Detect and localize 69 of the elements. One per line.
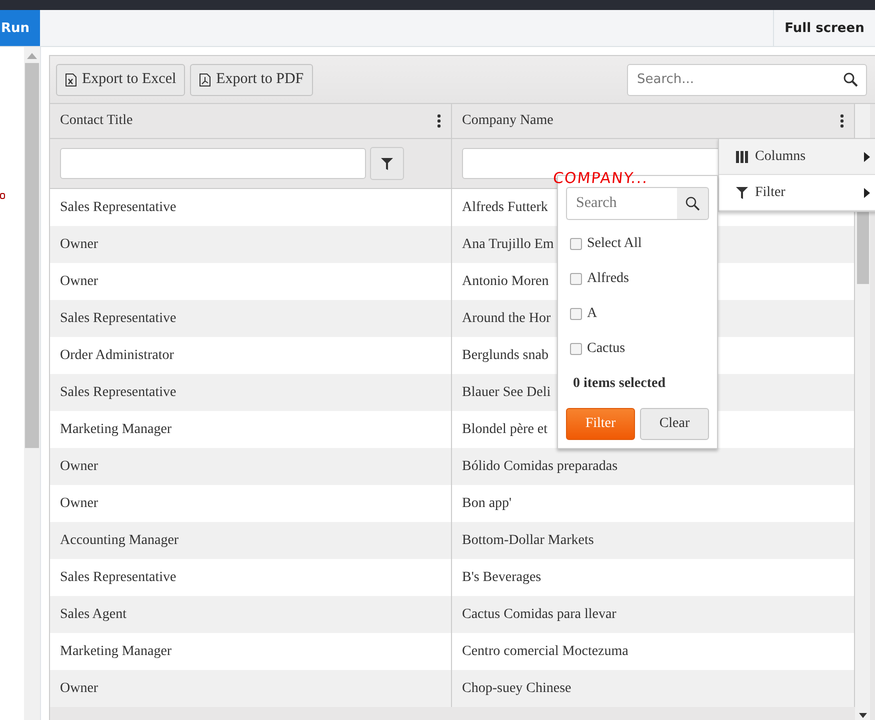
- table-cell: Chop-suey Chinese: [462, 680, 572, 696]
- table-cell: Accounting Manager: [60, 532, 179, 548]
- selection-count: 0 items selected: [572, 375, 667, 393]
- table-cell: Alfreds Futterk: [462, 200, 548, 216]
- checkbox-label[interactable]: Cactus: [587, 340, 626, 356]
- filter-icon: [380, 156, 394, 170]
- table-cell: Blondel père et: [462, 422, 548, 438]
- export-button[interactable]: Export to PDF: [190, 64, 313, 96]
- filter-icon: [735, 186, 749, 200]
- kebab-menu-icon[interactable]: [840, 114, 844, 128]
- table-cell: Sales Representative: [60, 310, 176, 326]
- excel-file-icon: [65, 72, 77, 86]
- table-cell: Berglunds snab: [462, 348, 548, 364]
- export-button[interactable]: Export to Excel: [56, 64, 186, 96]
- marker-icon: [0, 193, 5, 199]
- table-row[interactable]: Sales Representative B's Beverages: [50, 559, 855, 596]
- checkbox[interactable]: [570, 238, 582, 250]
- table-cell: Around the Hor: [462, 310, 551, 326]
- table-cell: Ana Trujillo Em: [462, 236, 554, 252]
- table-row[interactable]: Sales Agent Cactus Comidas para llevar: [50, 596, 855, 633]
- table-row[interactable]: Marketing Manager Centro comercial Moctezuma: [50, 633, 855, 670]
- scroll-thumb[interactable]: [25, 63, 39, 448]
- table-cell: Marketing Manager: [60, 422, 172, 438]
- table-row[interactable]: Owner Bon app': [50, 485, 855, 522]
- scroll-down-icon[interactable]: [858, 713, 866, 718]
- submenu-arrow-icon: [864, 152, 870, 162]
- table-cell: Blauer See Deli: [462, 384, 551, 400]
- table-row[interactable]: Accounting Manager Bottom-Dollar Markets: [50, 522, 855, 559]
- columns-icon: [735, 150, 749, 164]
- checkbox[interactable]: [570, 308, 582, 320]
- search-icon: [843, 72, 858, 86]
- search-field[interactable]: Search...: [627, 64, 867, 96]
- table-cell: Order Administrator: [60, 348, 174, 364]
- submenu-arrow-icon: [864, 188, 870, 198]
- table-row[interactable]: Owner Bólido Comidas preparadas: [50, 448, 855, 485]
- checkbox-label[interactable]: Select All: [587, 236, 642, 252]
- table-cell: Sales Representative: [60, 570, 176, 586]
- table-cell: Centro comercial Moctezuma: [462, 644, 628, 660]
- table-cell: Owner: [60, 458, 98, 474]
- handwritten-annotation: COMPANY...: [552, 170, 649, 186]
- scroll-thumb[interactable]: [856, 212, 868, 284]
- table-cell: Antonio Moren: [462, 274, 549, 290]
- filter-button[interactable]: [370, 147, 404, 180]
- menu-item[interactable]: Columns: [719, 139, 875, 175]
- table-cell: Owner: [60, 236, 98, 252]
- table-cell: Owner: [60, 496, 98, 512]
- table-row[interactable]: Owner Chop-suey Chinese: [50, 670, 855, 707]
- table-cell: Marketing Manager: [60, 644, 172, 660]
- menu-item[interactable]: Filter: [719, 175, 875, 211]
- table-cell: Bólido Comidas preparadas: [462, 458, 618, 474]
- checkbox-label[interactable]: A: [587, 306, 598, 322]
- checkbox[interactable]: [570, 342, 582, 354]
- table-cell: Bon app': [462, 496, 512, 512]
- table-cell: B's Beverages: [462, 570, 542, 586]
- scroll-up-icon[interactable]: [27, 53, 37, 59]
- table-cell: Sales Agent: [60, 606, 126, 622]
- table-cell: Cactus Comidas para llevar: [462, 606, 616, 622]
- table-cell: Sales Representative: [60, 200, 176, 216]
- checkbox[interactable]: [570, 272, 582, 284]
- checkbox-label[interactable]: Alfreds: [587, 270, 629, 286]
- table-cell: Sales Representative: [60, 384, 176, 400]
- run-button[interactable]: Run: [0, 10, 40, 46]
- kebab-menu-icon[interactable]: [437, 114, 441, 128]
- column-header[interactable]: Contact Title: [50, 104, 452, 138]
- table-cell: Owner: [60, 680, 98, 696]
- table-cell: Owner: [60, 274, 98, 290]
- pdf-file-icon: [199, 72, 212, 86]
- clear-button[interactable]: Clear: [640, 408, 709, 440]
- table-cell: Bottom-Dollar Markets: [462, 532, 594, 548]
